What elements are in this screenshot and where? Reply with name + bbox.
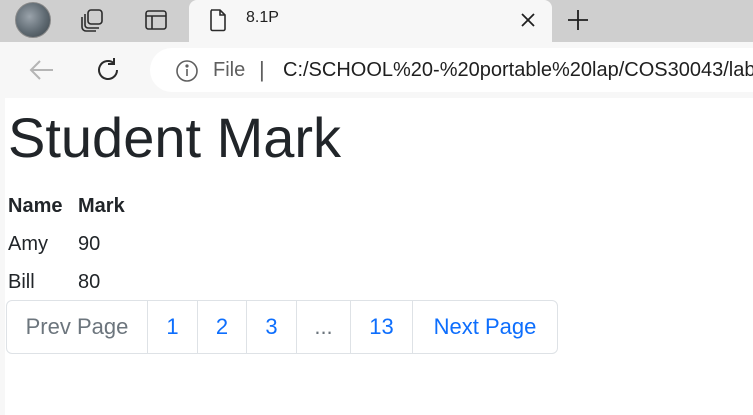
tab-title: 8.1P	[246, 9, 279, 26]
back-arrow-icon[interactable]	[25, 54, 57, 86]
cell-name: Bill	[8, 270, 35, 293]
info-icon[interactable]	[175, 59, 199, 83]
profile-avatar[interactable]	[15, 2, 51, 38]
pagination: Prev Page 1 2 3 ... 13 Next Page	[6, 300, 558, 354]
column-header-mark: Mark	[78, 194, 125, 217]
table-row: Bill 80	[8, 263, 125, 301]
page-button-1[interactable]: 1	[147, 301, 197, 353]
marks-table: Name Mark Amy 90 Bill 80	[8, 187, 125, 301]
close-icon[interactable]	[516, 8, 540, 32]
page-button-2[interactable]: 2	[197, 301, 246, 353]
address-scheme-label: File	[213, 59, 246, 81]
browser-toolbar: File | C:/SCHOOL%20-%20portable%20lap/CO…	[0, 42, 753, 98]
next-page-button[interactable]: Next Page	[412, 301, 557, 353]
workspaces-icon[interactable]	[79, 6, 107, 34]
tab-actions-icon[interactable]	[142, 6, 170, 34]
page-viewport: Student Mark Name Mark Amy 90 Bill 80 Pr…	[0, 98, 753, 415]
address-url[interactable]: C:/SCHOOL%20-%20portable%20lap/COS30043/…	[283, 59, 753, 82]
column-header-name: Name	[8, 194, 63, 217]
pagination-ellipsis: ...	[296, 301, 350, 353]
refresh-icon[interactable]	[92, 54, 124, 86]
page-button-3[interactable]: 3	[246, 301, 296, 353]
address-bar[interactable]: File | C:/SCHOOL%20-%20portable%20lap/CO…	[150, 48, 753, 92]
cell-name: Amy	[8, 232, 48, 255]
cell-mark: 90	[78, 232, 101, 255]
viewport-edge	[0, 98, 5, 415]
page-content: Student Mark Name Mark Amy 90 Bill 80 Pr…	[6, 98, 753, 415]
address-separator: |	[259, 57, 265, 82]
cell-mark: 80	[78, 270, 101, 293]
tab-active[interactable]: 8.1P	[189, 0, 552, 42]
page-button-13[interactable]: 13	[350, 301, 412, 353]
tab-strip: 8.1P	[0, 0, 753, 42]
page-title: Student Mark	[8, 106, 342, 169]
table-header-row: Name Mark	[8, 187, 125, 225]
document-icon	[207, 8, 229, 32]
prev-page-button[interactable]: Prev Page	[7, 301, 147, 353]
table-row: Amy 90	[8, 225, 125, 263]
new-tab-icon[interactable]	[564, 6, 592, 34]
